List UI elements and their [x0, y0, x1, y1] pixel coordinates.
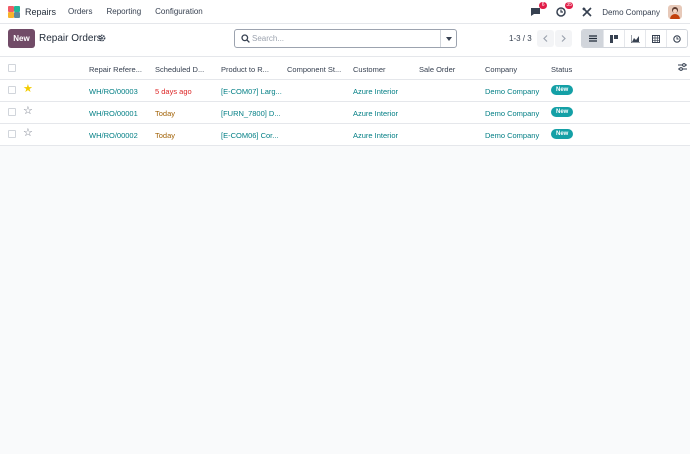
app-name[interactable]: Repairs [25, 7, 56, 17]
top-navbar: Repairs Orders Reporting Configuration 6… [0, 0, 690, 24]
column-customer[interactable]: Customer [353, 65, 411, 74]
graph-view-icon[interactable] [624, 30, 645, 47]
star-outline-icon[interactable]: ☆ [23, 128, 33, 139]
scheduled-date: 5 days ago [155, 87, 192, 96]
company[interactable]: Demo Company [485, 109, 545, 118]
scheduled-date: Today [155, 109, 176, 118]
table-row[interactable]: ★ WH/RO/00003 5 days ago [E-COM07] Larg.… [0, 80, 690, 102]
repair-orders-list: Repair Refere... Scheduled D... Product … [0, 56, 690, 146]
product-to-repair[interactable]: [E-COM07] Larg... [221, 87, 283, 96]
column-status[interactable]: Status [551, 65, 609, 74]
repairs-app-icon[interactable] [8, 5, 20, 18]
messages-icon[interactable]: 6 [528, 2, 548, 19]
column-company[interactable]: Company [485, 65, 543, 74]
gear-icon[interactable] [98, 34, 106, 44]
customer[interactable]: Azure Interior [353, 87, 413, 96]
activity-view-icon[interactable] [666, 30, 687, 47]
company[interactable]: Demo Company [485, 131, 545, 140]
search-options-toggle[interactable] [440, 30, 456, 47]
star-outline-icon[interactable]: ☆ [23, 106, 33, 117]
new-button[interactable]: New [8, 29, 35, 48]
row-checkbox[interactable] [8, 108, 16, 116]
activities-badge: 35 [565, 2, 574, 9]
column-settings-icon[interactable] [678, 63, 687, 73]
product-to-repair[interactable]: [E-COM06] Cor... [221, 131, 283, 140]
column-repair-reference[interactable]: Repair Refere... [89, 65, 147, 74]
page-title[interactable]: Repair Orders [39, 33, 102, 44]
user-avatar[interactable] [668, 5, 682, 19]
control-panel: New Repair Orders 1-3 / 3 [0, 24, 690, 56]
column-sale-order[interactable]: Sale Order [419, 65, 477, 74]
repair-reference[interactable]: WH/RO/00001 [89, 109, 149, 118]
pager-previous-button[interactable] [537, 30, 554, 47]
repair-reference[interactable]: WH/RO/00002 [89, 131, 149, 140]
status-badge: New [551, 129, 574, 139]
table-row[interactable]: ☆ WH/RO/00002 Today [E-COM06] Cor... Azu… [0, 124, 690, 146]
pager-value[interactable]: 1-3 / 3 [509, 34, 532, 43]
search-input[interactable] [252, 32, 437, 45]
company[interactable]: Demo Company [485, 87, 545, 96]
search-bar [234, 29, 457, 48]
column-product-to-repair[interactable]: Product to R... [221, 65, 279, 74]
row-checkbox[interactable] [8, 86, 16, 94]
scheduled-date: Today [155, 131, 176, 140]
table-row[interactable]: ☆ WH/RO/00001 Today [FURN_7800] D... Azu… [0, 102, 690, 124]
repair-reference[interactable]: WH/RO/00003 [89, 87, 149, 96]
search-icon [241, 34, 250, 43]
company-switcher[interactable]: Demo Company [602, 8, 660, 17]
list-view-icon[interactable] [582, 30, 603, 47]
menu-reporting[interactable]: Reporting [106, 7, 141, 16]
status-badge: New [551, 85, 574, 95]
messages-badge: 6 [539, 2, 548, 9]
product-to-repair[interactable]: [FURN_7800] D... [221, 109, 283, 118]
kanban-view-icon[interactable] [603, 30, 624, 47]
debug-tools-icon[interactable] [580, 5, 594, 19]
activities-clock-icon[interactable]: 35 [554, 2, 574, 19]
pivot-view-icon[interactable] [645, 30, 666, 47]
main-menu: Orders Reporting Configuration [68, 7, 217, 16]
menu-orders[interactable]: Orders [68, 7, 92, 16]
row-checkbox[interactable] [8, 130, 16, 138]
status-badge: New [551, 107, 574, 117]
star-filled-icon[interactable]: ★ [23, 84, 33, 95]
customer[interactable]: Azure Interior [353, 131, 413, 140]
menu-configuration[interactable]: Configuration [155, 7, 203, 16]
view-switcher [581, 29, 688, 48]
customer[interactable]: Azure Interior [353, 109, 413, 118]
column-component-status[interactable]: Component St... [287, 65, 347, 74]
pager-next-button[interactable] [555, 30, 572, 47]
column-scheduled-date[interactable]: Scheduled D... [155, 65, 213, 74]
select-all-checkbox[interactable] [8, 64, 16, 72]
navbar-systray: 6 35 Demo Company [520, 0, 682, 24]
table-header: Repair Refere... Scheduled D... Product … [0, 56, 690, 80]
